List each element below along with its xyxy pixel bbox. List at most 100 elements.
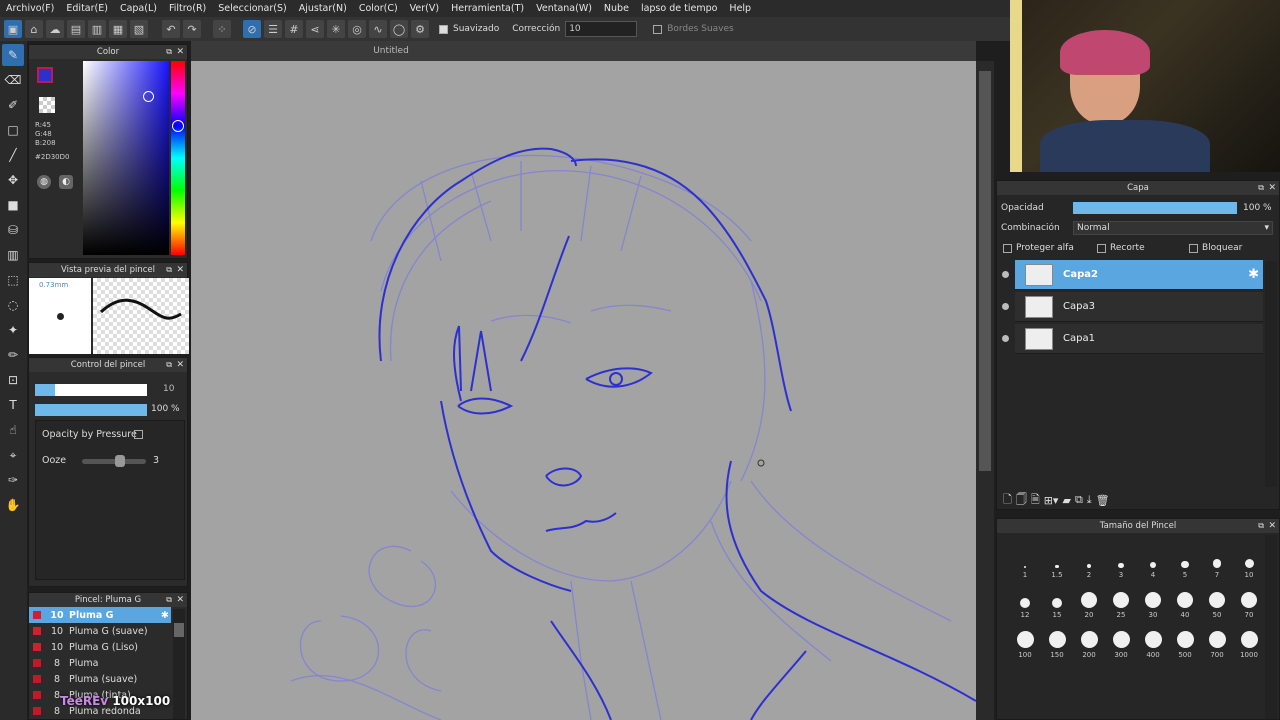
new-folder-icon[interactable]: ▰	[1062, 494, 1070, 507]
deselect-icon[interactable]: ⁘	[213, 20, 231, 38]
correction-select[interactable]: 10	[565, 21, 638, 37]
brush-size-option[interactable]: 4	[1137, 539, 1169, 579]
brush-size-option[interactable]: 50	[1201, 579, 1233, 619]
snap-off-icon[interactable]: ⊘	[243, 20, 261, 38]
line-tool-icon[interactable]: ╱	[2, 144, 24, 166]
brush-size-option[interactable]: 1	[1009, 539, 1041, 579]
brush-size-option[interactable]: 100	[1009, 619, 1041, 659]
drawing-canvas[interactable]	[191, 61, 976, 720]
gradient-tool-icon[interactable]: ▥	[2, 244, 24, 266]
brush-list-scrollbar[interactable]	[173, 609, 185, 719]
menu-item[interactable]: Nube	[598, 3, 635, 14]
opacity-by-pressure-checkbox[interactable]	[134, 430, 143, 439]
layer-list-scrollbar[interactable]	[1265, 261, 1277, 487]
snap-circle-icon[interactable]: ◎	[348, 20, 366, 38]
pencil-tool-icon[interactable]: ✑	[2, 469, 24, 491]
canvas-scrollbar[interactable]	[976, 61, 994, 720]
text-tool-icon[interactable]: T	[2, 394, 24, 416]
menu-item[interactable]: Filtro(R)	[163, 3, 212, 14]
hue-slider[interactable]	[171, 61, 185, 255]
snap-parallel-icon[interactable]: ☰	[264, 20, 282, 38]
print-icon[interactable]: ▥	[88, 20, 106, 38]
select-pen-tool-icon[interactable]: ✏	[2, 344, 24, 366]
visibility-eye-icon[interactable]	[1002, 303, 1009, 310]
new-8bit-layer-icon[interactable]: 🗎	[1031, 491, 1040, 510]
smooth-checkbox[interactable]	[439, 24, 448, 34]
delete-layer-icon[interactable]: 🗑	[1096, 494, 1110, 507]
close-icon[interactable]: ✕	[176, 593, 184, 607]
menu-item[interactable]: lapso de tiempo	[635, 3, 723, 14]
brush-list-item[interactable]: 10 Pluma G (suave)	[29, 623, 171, 639]
clipping-option[interactable]: Recorte	[1097, 243, 1145, 253]
brush-size-option[interactable]: 2	[1073, 539, 1105, 579]
brush-size-option[interactable]: 5	[1169, 539, 1201, 579]
brush-size-option[interactable]: 70	[1233, 579, 1265, 619]
redo-icon[interactable]: ↷	[183, 20, 201, 38]
brush-size-option[interactable]: 12	[1009, 579, 1041, 619]
snap-radial-icon[interactable]: ✳	[327, 20, 345, 38]
undo-icon[interactable]: ↶	[162, 20, 180, 38]
popout-icon[interactable]: ⧉	[166, 263, 172, 277]
select-eraser-tool-icon[interactable]: ⊡	[2, 369, 24, 391]
bucket-tool-icon[interactable]: ⛁	[2, 219, 24, 241]
color-picker-cursor[interactable]	[143, 91, 154, 102]
menu-item[interactable]: Herramienta(T)	[445, 3, 530, 14]
brush-size-option[interactable]: 1.5	[1041, 539, 1073, 579]
brush-list-item[interactable]: 10 Pluma G ✱	[29, 607, 171, 623]
foreground-color-swatch[interactable]	[37, 67, 53, 83]
grid-icon[interactable]: ▧	[130, 20, 148, 38]
brush-size-scrollbar[interactable]	[1265, 535, 1277, 719]
snap-ellipse-icon[interactable]: ◯	[390, 20, 408, 38]
snap-grid-icon[interactable]: #	[285, 20, 303, 38]
visibility-eye-icon[interactable]	[1002, 335, 1009, 342]
new-layer-icon[interactable]: 🗋	[1003, 491, 1012, 510]
pen-tool-icon[interactable]: ✎	[2, 44, 24, 66]
brush-size-option[interactable]: 150	[1041, 619, 1073, 659]
palette-icon[interactable]: ◍	[37, 175, 51, 189]
brush-size-option[interactable]: 10	[1233, 539, 1265, 579]
close-icon[interactable]: ✕	[176, 45, 184, 59]
protect-alpha-option[interactable]: Proteger alfa	[1003, 243, 1074, 253]
menu-item[interactable]: Capa(L)	[114, 3, 163, 14]
menu-item[interactable]: Color(C)	[353, 3, 404, 14]
brush-size-option[interactable]: 7	[1201, 539, 1233, 579]
soft-edges-checkbox[interactable]	[653, 24, 663, 34]
color-history-icon[interactable]: ◐	[59, 175, 73, 189]
brush-size-option[interactable]: 300	[1105, 619, 1137, 659]
ooze-slider[interactable]	[82, 459, 146, 464]
popout-icon[interactable]: ⧉	[1258, 519, 1264, 533]
operation-tool-icon[interactable]: ☝	[2, 419, 24, 441]
ooze-slider-handle[interactable]	[115, 455, 125, 467]
add-layer-menu-icon[interactable]: ⊞▾	[1044, 494, 1059, 507]
fill-rect-tool-icon[interactable]: ■	[2, 194, 24, 216]
select-tool-icon[interactable]: ⬚	[2, 269, 24, 291]
brush-size-option[interactable]: 1000	[1233, 619, 1265, 659]
move-tool-icon[interactable]: ✥	[2, 169, 24, 191]
layer-settings-icon[interactable]: ✱	[1248, 267, 1263, 282]
close-icon[interactable]: ✕	[176, 358, 184, 372]
lock-option[interactable]: Bloquear	[1189, 243, 1242, 253]
menu-item[interactable]: Ventana(W)	[530, 3, 598, 14]
protect-alpha-checkbox[interactable]	[1003, 243, 1012, 253]
transparent-color-swatch[interactable]	[39, 97, 55, 113]
clipping-checkbox[interactable]	[1097, 243, 1106, 253]
eraser-tool-icon[interactable]: ⌫	[2, 69, 24, 91]
popout-icon[interactable]: ⧉	[166, 358, 172, 372]
brush-size-option[interactable]: 25	[1105, 579, 1137, 619]
brush-list-item[interactable]: 8 Pluma	[29, 655, 171, 671]
brush-size-option[interactable]: 40	[1169, 579, 1201, 619]
visibility-eye-icon[interactable]	[1002, 271, 1009, 278]
save-icon[interactable]: ▤	[67, 20, 85, 38]
eyedropper-tool-icon[interactable]: ⌖	[2, 444, 24, 466]
canvas-tab-title[interactable]: Untitled	[191, 41, 591, 61]
new-halftone-layer-icon[interactable]: 🗍	[1016, 491, 1027, 510]
snap-settings-icon[interactable]: ⚙	[411, 20, 429, 38]
brush-eraser-tool-icon[interactable]: ✐	[2, 94, 24, 116]
brush-list-item[interactable]: 8 Pluma (suave)	[29, 671, 171, 687]
lasso-tool-icon[interactable]: ◌	[2, 294, 24, 316]
menu-item[interactable]: Editar(E)	[60, 3, 114, 14]
brush-size-option[interactable]: 3	[1105, 539, 1137, 579]
brush-size-option[interactable]: 30	[1137, 579, 1169, 619]
popout-icon[interactable]: ⧉	[1258, 181, 1264, 195]
duplicate-layer-icon[interactable]: ⧉	[1075, 493, 1083, 507]
